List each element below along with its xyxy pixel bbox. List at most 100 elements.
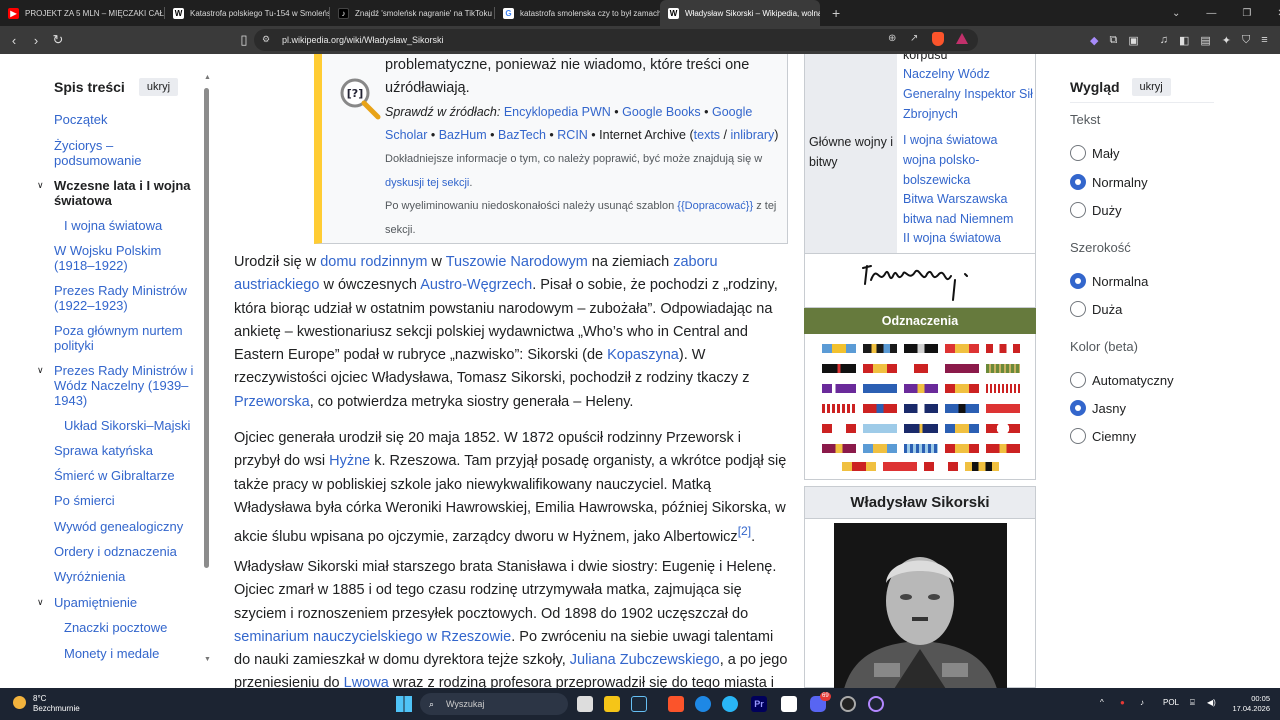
radio-width-normal[interactable]: Normalna bbox=[1070, 273, 1148, 289]
radio-icon[interactable] bbox=[1070, 145, 1086, 161]
vpn-icon[interactable]: ⛉ bbox=[1242, 34, 1250, 47]
radio-color-dark[interactable]: Ciemny bbox=[1070, 428, 1136, 444]
template-link[interactable]: {{Dopracować}} bbox=[677, 200, 753, 212]
article-link[interactable]: domu rodzinnym bbox=[320, 254, 427, 270]
media-icon[interactable]: ♫ bbox=[1160, 34, 1168, 46]
browser-tab[interactable]: ♪ Znajdź 'smoleńsk nagranie' na TikToku bbox=[330, 0, 495, 26]
windows-start-icon[interactable] bbox=[396, 696, 412, 712]
bookmark-icon[interactable]: ▯ bbox=[234, 32, 254, 48]
toc-item-active[interactable]: Wczesne lata i I wojna światowa bbox=[54, 178, 204, 208]
toc-item[interactable]: I wojna światowa bbox=[64, 218, 204, 233]
browser-tab[interactable]: ▶ PROJEKT ZA 5 MLN – MIĘCZAKI CAŁY bbox=[0, 0, 165, 26]
taskbar-search[interactable]: ⌕ Wyszukaj bbox=[420, 693, 568, 715]
ribbon[interactable] bbox=[986, 364, 1020, 373]
source-link[interactable]: RCIN bbox=[557, 128, 588, 142]
article-link[interactable]: seminarium nauczycielskiego w Rzeszowie bbox=[234, 629, 511, 645]
new-tab-icon[interactable]: + bbox=[832, 5, 840, 21]
reference-link[interactable]: [2] bbox=[738, 524, 751, 538]
ribbon[interactable] bbox=[986, 444, 1020, 453]
toc-item[interactable]: Monety i medale bbox=[64, 646, 204, 661]
appearance-hide-button[interactable]: ukryj bbox=[1131, 78, 1171, 96]
article-link[interactable]: Hyżne bbox=[329, 453, 370, 469]
source-link[interactable]: Google Books bbox=[622, 105, 701, 119]
ribbon[interactable] bbox=[822, 404, 856, 413]
zoom-icon[interactable]: ⊕ bbox=[888, 33, 896, 44]
toc-item[interactable]: Znaczki pocztowe bbox=[64, 620, 204, 635]
toc-item[interactable]: Wywód genealogiczny bbox=[54, 519, 194, 534]
toc-item[interactable]: Poza głównym nurtem polityki bbox=[54, 323, 184, 353]
leo-ai-icon[interactable]: ◆ bbox=[1090, 34, 1098, 47]
radio-icon[interactable] bbox=[1070, 428, 1086, 444]
radio-width-wide[interactable]: Duża bbox=[1070, 301, 1122, 317]
network-icon[interactable]: ⌸ bbox=[1190, 698, 1195, 708]
radio-text-normal[interactable]: Normalny bbox=[1070, 174, 1148, 190]
ribbon[interactable] bbox=[945, 424, 979, 433]
source-link[interactable]: Encyklopedia PWN bbox=[504, 105, 611, 119]
ribbon[interactable] bbox=[883, 462, 917, 471]
premiere-icon[interactable]: Pr bbox=[751, 696, 767, 712]
url-input[interactable]: ⚙ pl.wikipedia.org/wiki/Władysław_Sikors… bbox=[254, 29, 978, 51]
steam-icon[interactable] bbox=[631, 696, 647, 712]
ribbon[interactable] bbox=[863, 364, 897, 373]
ribbon[interactable] bbox=[863, 424, 897, 433]
infobox-link[interactable]: wojna polsko-bolszewicka bbox=[903, 151, 993, 190]
toc-item[interactable]: Ordery i odznaczenia bbox=[54, 544, 194, 559]
browser-tab[interactable]: W Katastrofa polskiego Tu-154 w Smoleńsku bbox=[165, 0, 330, 26]
article-link[interactable]: Kopaszyna bbox=[607, 347, 679, 363]
minimize-icon[interactable]: — bbox=[1206, 8, 1216, 19]
toc-item[interactable]: Prezes Rady Ministrów (1922–1923) bbox=[54, 283, 189, 313]
show-hidden-icons-icon[interactable]: ^ bbox=[1100, 698, 1104, 707]
infobox-link[interactable]: II wojna światowa bbox=[903, 229, 1001, 249]
chevron-down-icon[interactable]: ∨ bbox=[37, 180, 44, 191]
ribbon[interactable] bbox=[863, 444, 897, 453]
infobox-link[interactable]: Naczelny Wódz bbox=[903, 65, 990, 85]
toc-item[interactable]: Wyróżnienia bbox=[54, 569, 194, 584]
radio-icon[interactable] bbox=[1070, 372, 1086, 388]
toc-item[interactable]: Początek bbox=[54, 112, 194, 127]
back-icon[interactable]: ‹ bbox=[4, 33, 24, 48]
ribbon[interactable] bbox=[863, 404, 897, 413]
toc-item[interactable]: Sprawa katyńska bbox=[54, 443, 194, 458]
ribbon[interactable] bbox=[945, 404, 979, 413]
ribbon[interactable] bbox=[842, 462, 876, 471]
capcut-icon[interactable] bbox=[781, 696, 797, 712]
volume-icon[interactable]: ◀) bbox=[1207, 698, 1216, 707]
task-view-icon[interactable] bbox=[577, 696, 593, 712]
radio-text-large[interactable]: Duży bbox=[1070, 202, 1122, 218]
toc-item[interactable]: Życiorys – podsumowanie bbox=[54, 138, 169, 168]
ribbon[interactable] bbox=[904, 344, 938, 353]
radio-selected-icon[interactable] bbox=[1070, 273, 1086, 289]
ribbon[interactable] bbox=[904, 384, 938, 393]
infobox-link[interactable]: I wojna światowa bbox=[903, 131, 998, 151]
ribbon[interactable] bbox=[904, 404, 938, 413]
maximize-icon[interactable]: ❐ bbox=[1242, 8, 1251, 19]
ribbon[interactable] bbox=[924, 462, 958, 471]
ribbon[interactable] bbox=[904, 364, 938, 373]
ribbon[interactable] bbox=[904, 424, 938, 433]
ribbon[interactable] bbox=[822, 344, 856, 353]
browser-tab[interactable]: Gkatastrofa smolenska czy to był zamach bbox=[495, 0, 660, 26]
toc-hide-button[interactable]: ukryj bbox=[138, 78, 179, 96]
brave-shield-icon[interactable] bbox=[932, 32, 944, 46]
sidebar-icon[interactable]: ◧ bbox=[1179, 34, 1189, 47]
radio-text-small[interactable]: Mały bbox=[1070, 145, 1119, 161]
article-link[interactable]: Przeworska bbox=[234, 394, 310, 410]
clock[interactable]: 00:05 17.04.2026 bbox=[1228, 694, 1270, 714]
browser-tab-active[interactable]: WWładysław Sikorski – Wikipedia, wolna✕ bbox=[660, 0, 820, 26]
archive-link[interactable]: inlibrary bbox=[730, 128, 774, 142]
source-link[interactable]: BazTech bbox=[498, 128, 546, 142]
ribbon[interactable] bbox=[863, 384, 897, 393]
ribbon[interactable] bbox=[986, 404, 1020, 413]
chevron-down-icon[interactable]: ∨ bbox=[37, 365, 44, 376]
archive-link[interactable]: texts bbox=[694, 128, 720, 142]
forward-icon[interactable]: › bbox=[26, 33, 46, 48]
app-icon[interactable] bbox=[868, 696, 884, 712]
file-explorer-icon[interactable] bbox=[604, 696, 620, 712]
article-link[interactable]: Austro-Węgrzech bbox=[420, 277, 532, 293]
article-link[interactable]: Juliana Zubczewskiego bbox=[570, 652, 720, 668]
radio-icon[interactable] bbox=[1070, 202, 1086, 218]
brave-icon[interactable] bbox=[668, 696, 684, 712]
app-icon[interactable] bbox=[695, 696, 711, 712]
radio-icon[interactable] bbox=[1070, 301, 1086, 317]
infobox-link[interactable]: Bitwa Warszawska bbox=[903, 190, 1007, 210]
